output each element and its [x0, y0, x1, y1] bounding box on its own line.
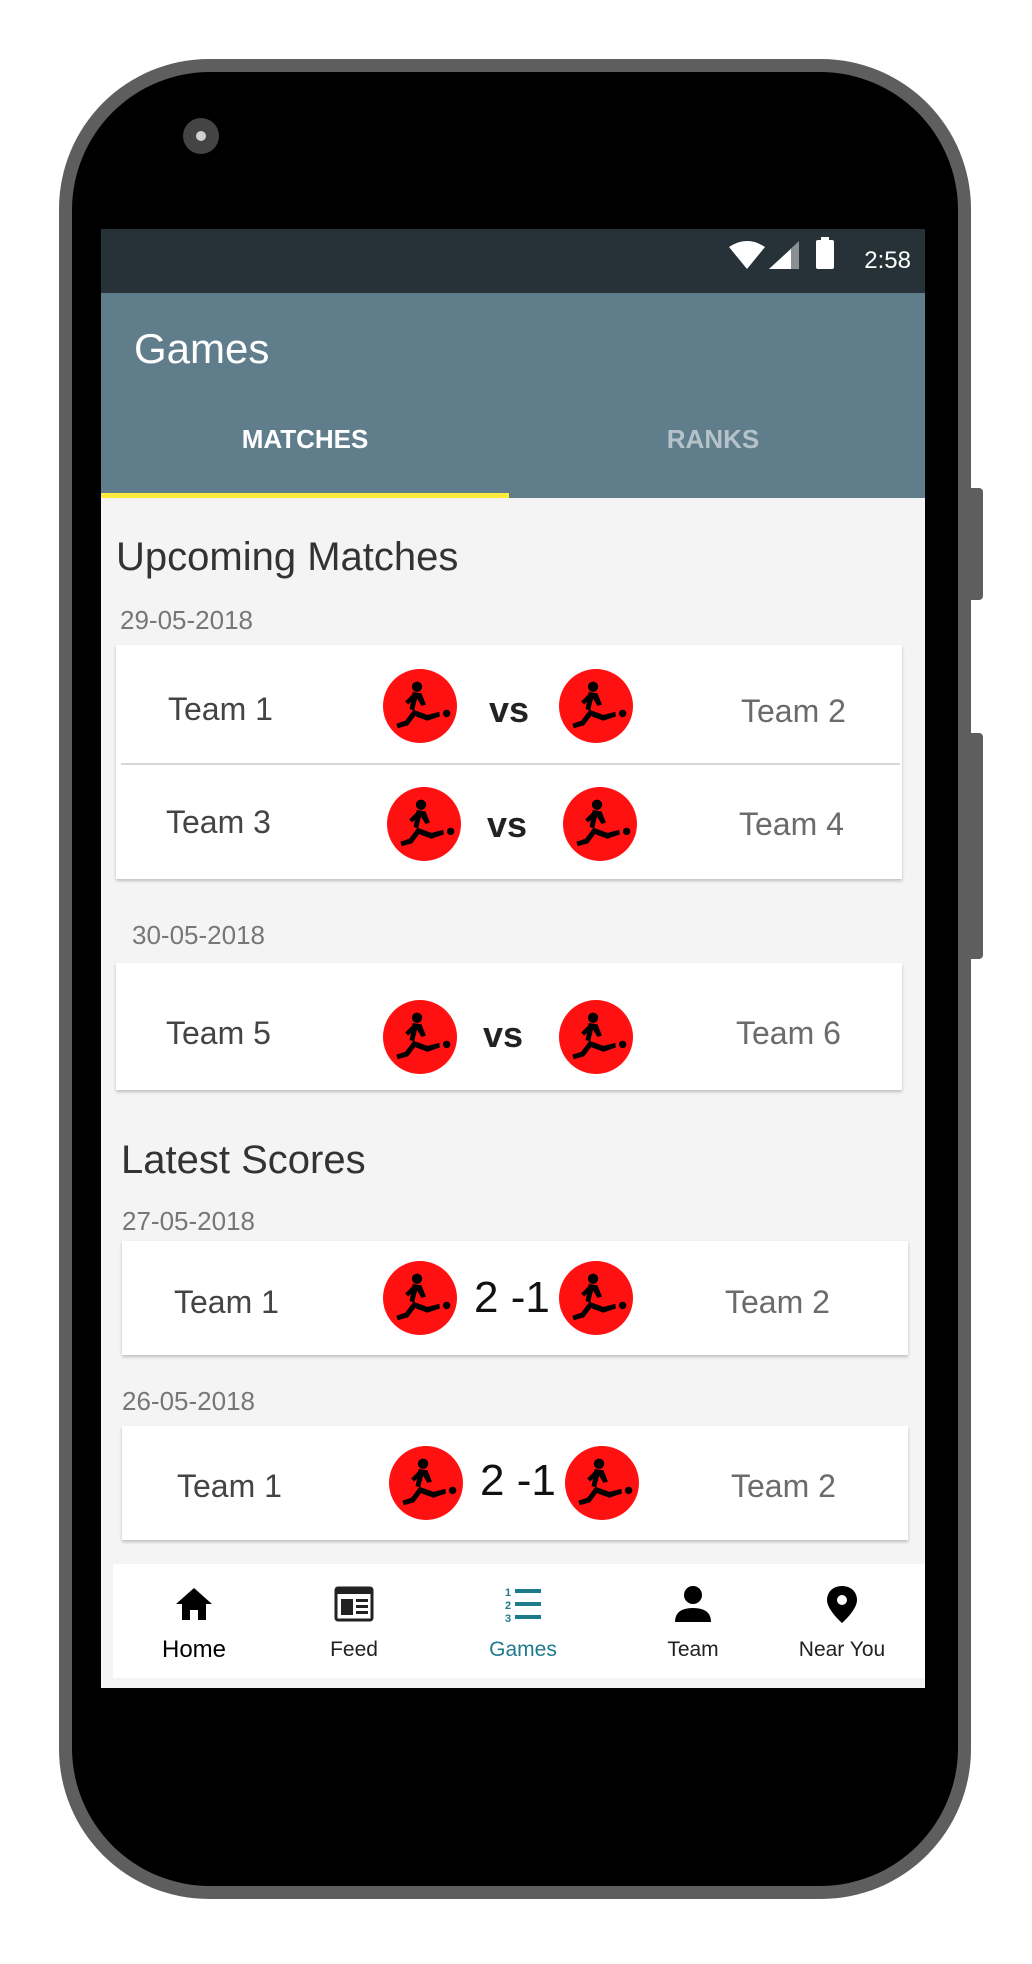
score-card[interactable]: Team 1 2 -1 Team 2: [122, 1241, 908, 1355]
team-logo: [559, 1000, 633, 1074]
front-camera: [183, 118, 219, 154]
nav-label: Near You: [798, 1638, 886, 1661]
team-logo: [383, 669, 457, 743]
app-bar: Games MATCHES RANKS: [101, 293, 925, 498]
match-card: Team 1 vs Team 2 Team 3 vs Team 4: [116, 645, 902, 879]
nav-games[interactable]: 1 2 3 Games: [448, 1564, 598, 1678]
team-logo: [387, 787, 461, 861]
home-team-name: Team 1: [177, 1468, 282, 1504]
team-logo: [559, 1261, 633, 1335]
team-logo: [383, 1000, 457, 1074]
status-time: 2:58: [864, 247, 911, 274]
nav-label: Team: [667, 1638, 719, 1661]
location-pin-icon: [827, 1586, 857, 1623]
team-logo: [559, 669, 633, 743]
home-team-name: Team 5: [166, 1015, 271, 1051]
home-team-name: Team 1: [168, 691, 273, 727]
svg-text:2: 2: [505, 1600, 511, 1612]
match-row[interactable]: Team 1 vs Team 2: [116, 645, 902, 763]
match-score: 2 -1: [480, 1456, 556, 1505]
nav-label: Home: [161, 1636, 227, 1663]
nav-near-you[interactable]: Near You: [767, 1564, 917, 1678]
feed-icon: [334, 1586, 374, 1622]
nav-feed[interactable]: Feed: [279, 1564, 429, 1678]
match-date: 29-05-2018: [120, 605, 253, 635]
tab-ranks[interactable]: RANKS: [509, 423, 917, 498]
score-card[interactable]: Team 1 2 -1 Team 2: [122, 1426, 908, 1540]
match-card: Team 5 vs Team 6: [116, 963, 902, 1090]
wifi-icon: [729, 241, 765, 269]
team-logo: [383, 1261, 457, 1335]
svg-text:3: 3: [505, 1613, 511, 1624]
match-row[interactable]: Team 5 vs Team 6: [116, 963, 902, 1090]
away-team-name: Team 2: [741, 693, 846, 729]
signal-icon: [769, 241, 799, 269]
tab-indicator: [101, 493, 509, 498]
nav-team[interactable]: Team: [618, 1564, 768, 1678]
latest-scores-title: Latest Scores: [121, 1138, 366, 1182]
away-team-name: Team 2: [731, 1468, 836, 1504]
volume-button: [971, 733, 983, 959]
score-date: 27-05-2018: [122, 1206, 255, 1236]
score-date: 26-05-2018: [122, 1386, 255, 1416]
bottom-navigation: Home Feed 1 2 3 Games Team Near You: [113, 1564, 925, 1678]
away-team-name: Team 4: [739, 806, 844, 842]
away-team-name: Team 6: [736, 1015, 841, 1051]
home-team-name: Team 1: [174, 1284, 279, 1320]
svg-text:1: 1: [505, 1587, 511, 1599]
app-screen: 2:58 Games MATCHES RANKS Upcoming Matche…: [101, 229, 925, 1688]
games-list-icon: 1 2 3: [505, 1587, 541, 1624]
status-bar: 2:58: [101, 229, 925, 293]
match-date: 30-05-2018: [132, 920, 265, 950]
vs-label: vs: [483, 1014, 524, 1055]
tab-matches[interactable]: MATCHES: [101, 423, 509, 498]
nav-home[interactable]: Home: [119, 1564, 269, 1678]
nav-label: Feed: [330, 1638, 378, 1661]
person-icon: [675, 1586, 711, 1622]
home-team-name: Team 3: [166, 804, 271, 840]
match-row[interactable]: Team 3 vs Team 4: [116, 765, 902, 879]
match-score: 2 -1: [474, 1273, 550, 1322]
away-team-name: Team 2: [725, 1284, 830, 1320]
vs-label: vs: [489, 689, 530, 730]
team-logo: [563, 787, 637, 861]
team-logo: [565, 1446, 639, 1520]
page-title: Games: [134, 325, 270, 372]
upcoming-matches-title: Upcoming Matches: [116, 535, 459, 579]
home-icon: [176, 1588, 212, 1620]
team-logo: [389, 1446, 463, 1520]
nav-label: Games: [489, 1638, 557, 1661]
power-button: [971, 488, 983, 600]
battery-icon: [816, 237, 834, 269]
vs-label: vs: [487, 804, 528, 845]
